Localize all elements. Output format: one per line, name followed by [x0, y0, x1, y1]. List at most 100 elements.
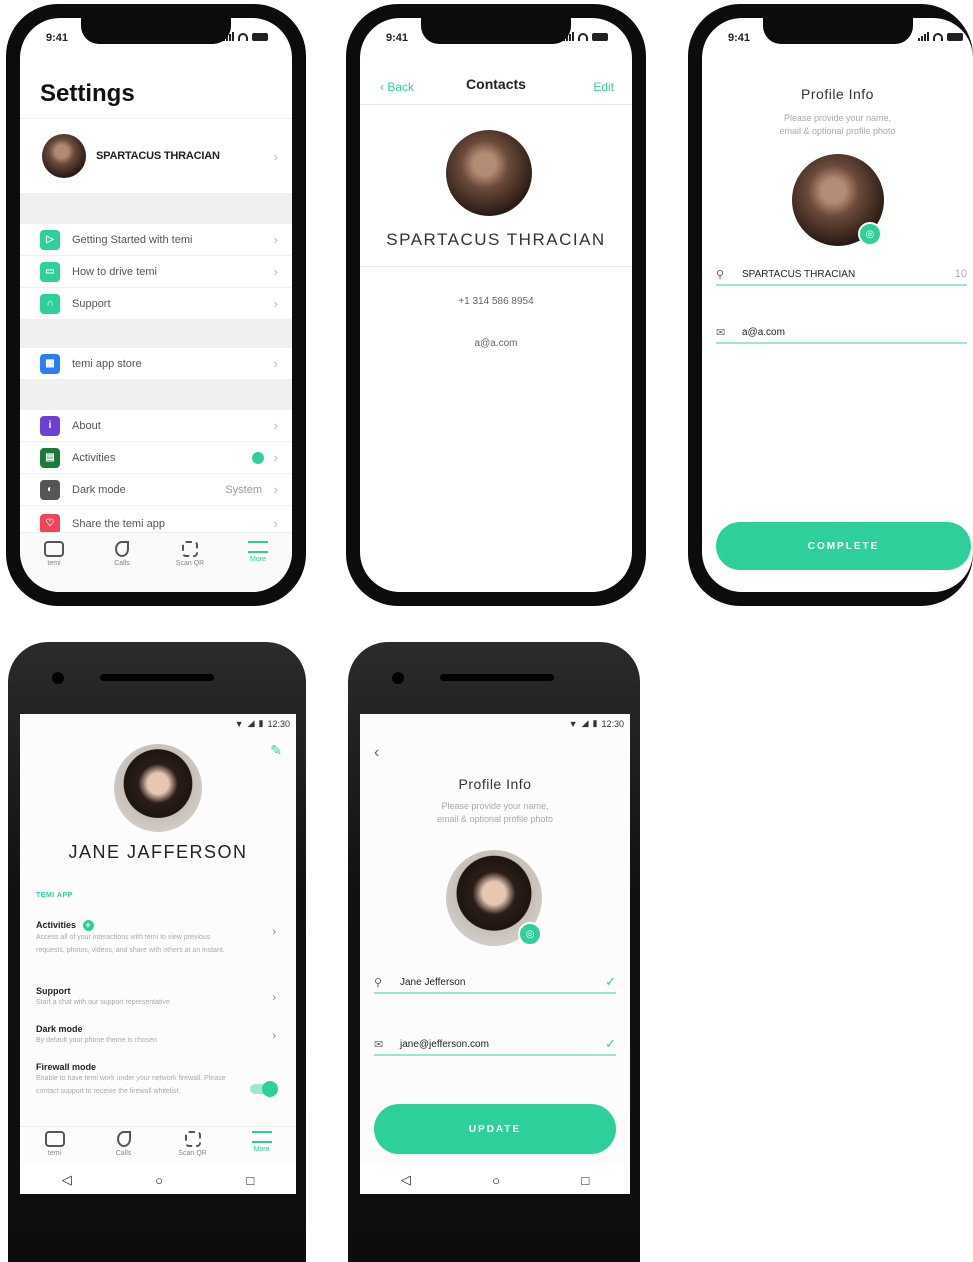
- signal-icon: ◢: [581, 718, 589, 728]
- complete-button[interactable]: COMPLETE: [716, 522, 971, 570]
- tab-label: Scan QR: [178, 1150, 207, 1157]
- menu-icon: [251, 1131, 272, 1143]
- check-icon: ✓: [605, 974, 616, 989]
- tab-scan-qr[interactable]: Scan QR: [165, 541, 215, 567]
- profile-row[interactable]: SPARTACUS THRACIAN ›: [20, 118, 292, 194]
- nav-recents-icon[interactable]: □: [581, 1173, 589, 1188]
- settings-item-label: Share the temi app: [72, 517, 165, 530]
- notch: [762, 18, 913, 44]
- settings-item-app-store[interactable]: ▦ temi app store ›: [20, 348, 292, 380]
- avatar: [446, 130, 532, 216]
- divider: [360, 266, 632, 267]
- section-gap: [20, 320, 292, 348]
- section-gap: [20, 380, 292, 410]
- settings-item-drive-temi[interactable]: ▭ How to drive temi ›: [20, 256, 292, 288]
- name-field[interactable]: ⚲ SPARTACUS THRACIAN 10: [716, 264, 967, 286]
- android-settings-screen: ▼ ◢ ▮ 12:30 ✎ JANE JAFFERSON TEMI APP Ac…: [20, 714, 296, 1194]
- settings-item-getting-started[interactable]: ▷ Getting Started with temi ›: [20, 224, 292, 256]
- qr-icon: [182, 541, 198, 557]
- settings-item-label: Support: [72, 297, 111, 310]
- tab-calls[interactable]: Calls: [97, 541, 147, 567]
- chevron-right-icon: ›: [273, 516, 278, 531]
- item-description: By default your phone theme is chosen: [36, 1037, 158, 1044]
- settings-item-label: Dark mode: [72, 483, 126, 496]
- camera-icon[interactable]: ◎: [518, 922, 542, 946]
- tab-label: More: [250, 556, 266, 563]
- firewall-toggle[interactable]: [250, 1081, 278, 1097]
- settings-item-dark-mode[interactable]: ◐ Dark mode System ›: [20, 474, 292, 506]
- update-button[interactable]: UPDATE: [374, 1104, 616, 1154]
- tab-label: Calls: [114, 560, 130, 567]
- tab-temi[interactable]: temi: [30, 1131, 80, 1157]
- tab-bar: temi Calls Scan QR More: [20, 532, 292, 592]
- menu-icon: [248, 541, 268, 553]
- mail-icon: ✉: [716, 326, 726, 339]
- status-bar: ▼ ◢ ▮ 12:30: [569, 718, 624, 729]
- battery-icon: [252, 32, 268, 41]
- speaker-grille: [440, 674, 554, 681]
- avatar: [114, 744, 202, 832]
- status-time: 12:30: [601, 718, 624, 729]
- settings-item-support[interactable]: Support Start a chat with our support re…: [36, 986, 280, 1009]
- contact-phone[interactable]: +1 314 586 8954: [360, 296, 632, 307]
- settings-item-firewall: Firewall mode Enable to have temi work u…: [36, 1062, 280, 1098]
- tab-label: More: [253, 1146, 270, 1153]
- new-badge: [252, 451, 264, 464]
- nav-home-icon[interactable]: ○: [492, 1173, 500, 1188]
- email-value: jane@jefferson.com: [400, 1038, 489, 1050]
- back-arrow-icon[interactable]: ‹: [374, 744, 379, 762]
- profile-name: JANE JAFFERSON: [68, 842, 248, 862]
- camera-icon[interactable]: ◎: [858, 222, 882, 246]
- name-value: Jane Jefferson: [400, 976, 466, 988]
- settings-item-dark-mode[interactable]: Dark mode By default your phone theme is…: [36, 1024, 280, 1047]
- headset-icon: ∩: [40, 293, 60, 314]
- chevron-right-icon: ›: [272, 1030, 276, 1042]
- chevron-right-icon: ›: [272, 926, 276, 938]
- battery-icon: ▮: [592, 718, 598, 728]
- toggle-knob: [262, 1081, 278, 1097]
- phone-icon: [116, 1131, 131, 1147]
- tab-more[interactable]: More: [233, 541, 283, 563]
- tab-more[interactable]: More: [237, 1131, 287, 1153]
- chevron-right-icon: ›: [273, 418, 278, 433]
- signal-icon: ◢: [247, 718, 255, 728]
- contact-name: SPARTACUS THRACIAN: [386, 230, 606, 249]
- edit-button[interactable]: Edit: [593, 80, 614, 94]
- nav-title: Contacts: [466, 76, 526, 92]
- nav-recents-icon[interactable]: □: [246, 1173, 254, 1188]
- settings-item-activities[interactable]: ▤ Activities ›: [20, 442, 292, 474]
- settings-item-about[interactable]: i About ›: [20, 410, 292, 442]
- info-icon: i: [40, 415, 60, 436]
- contact-email[interactable]: a@a.com: [360, 338, 632, 349]
- tab-label: Scan QR: [175, 560, 205, 567]
- item-description: Enable to have temi work under your netw…: [36, 1075, 226, 1095]
- nav-back-icon[interactable]: ◁: [401, 1172, 411, 1188]
- signal-icon: [918, 32, 929, 41]
- tab-bar: temi Calls Scan QR More: [20, 1126, 296, 1164]
- android-nav-bar: ◁ ○ □: [20, 1166, 296, 1194]
- settings-item-support[interactable]: ∩ Support ›: [20, 288, 292, 320]
- page-title: Settings: [40, 80, 135, 107]
- nav-home-icon[interactable]: ○: [155, 1173, 163, 1188]
- tab-temi[interactable]: temi: [29, 541, 79, 567]
- status-bar: ▼ ◢ ▮ 12:30: [235, 718, 290, 729]
- edit-pencil-icon[interactable]: ✎: [270, 742, 282, 759]
- email-field[interactable]: ✉ jane@jefferson.com ✓: [374, 1034, 616, 1056]
- item-title: Firewall mode: [36, 1062, 97, 1072]
- tab-calls[interactable]: Calls: [99, 1131, 149, 1157]
- dark-mode-value: System: [225, 483, 262, 496]
- name-field[interactable]: ⚲ Jane Jefferson ✓: [374, 972, 616, 994]
- chevron-right-icon: ›: [273, 482, 278, 497]
- item-title: Activities +: [36, 920, 280, 931]
- front-camera: [52, 672, 64, 684]
- status-icons: [223, 32, 268, 41]
- avatar: [42, 134, 86, 178]
- settings-item-activities[interactable]: Activities + Access all of your interact…: [36, 920, 280, 957]
- nav-back-icon[interactable]: ◁: [62, 1172, 72, 1188]
- tab-scan-qr[interactable]: Scan QR: [168, 1131, 218, 1157]
- status-icons: [918, 32, 963, 41]
- email-field[interactable]: ✉ a@a.com: [716, 322, 967, 344]
- profile-name: SPARTACUS THRACIAN: [96, 150, 220, 162]
- notch: [81, 18, 231, 44]
- status-time: 9:41: [386, 32, 409, 44]
